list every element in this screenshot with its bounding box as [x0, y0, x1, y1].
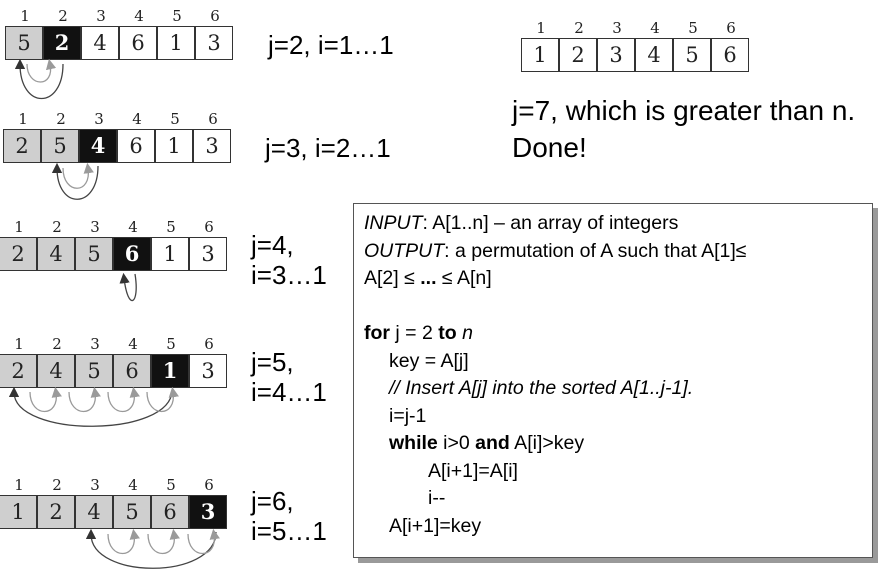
shift-arrow [29, 386, 62, 413]
decrement-line: i-- [428, 487, 446, 509]
while-line: while i>0 and A[i]>key [389, 432, 585, 454]
pseudocode-box: INPUT: A[1..n] – an array of integers OU… [353, 203, 873, 558]
output-line-2: A[2] ≤ ... ≤ A[n] [364, 267, 492, 289]
final-line: A[i+1]=key [389, 514, 482, 537]
shift-arrow [107, 386, 140, 413]
input-line: INPUT: A[1..n] – an array of integers [364, 212, 679, 234]
key-move-arrow [119, 272, 137, 302]
shift-arrow [62, 162, 94, 189]
shift-arrow [26, 58, 57, 83]
key-move-arrow [14, 58, 64, 100]
comment-line: // Insert A[j] into the sorted A[1..j-1]… [389, 377, 694, 399]
shift-arrow [146, 386, 179, 413]
i-line: i=j-1 [389, 404, 427, 427]
output-line: OUTPUT: a permutation of A such that A[1… [364, 239, 747, 262]
shift-arrow [147, 528, 180, 555]
shift-arrow [107, 528, 140, 555]
shift-line: A[i+1]=A[i] [428, 459, 518, 482]
shift-arrow [68, 386, 101, 413]
key-line: key = A[j] [389, 349, 469, 372]
key-move-arrow [8, 386, 173, 427]
for-line: for j = 2 to n [364, 322, 473, 344]
shift-arrow [187, 528, 220, 555]
